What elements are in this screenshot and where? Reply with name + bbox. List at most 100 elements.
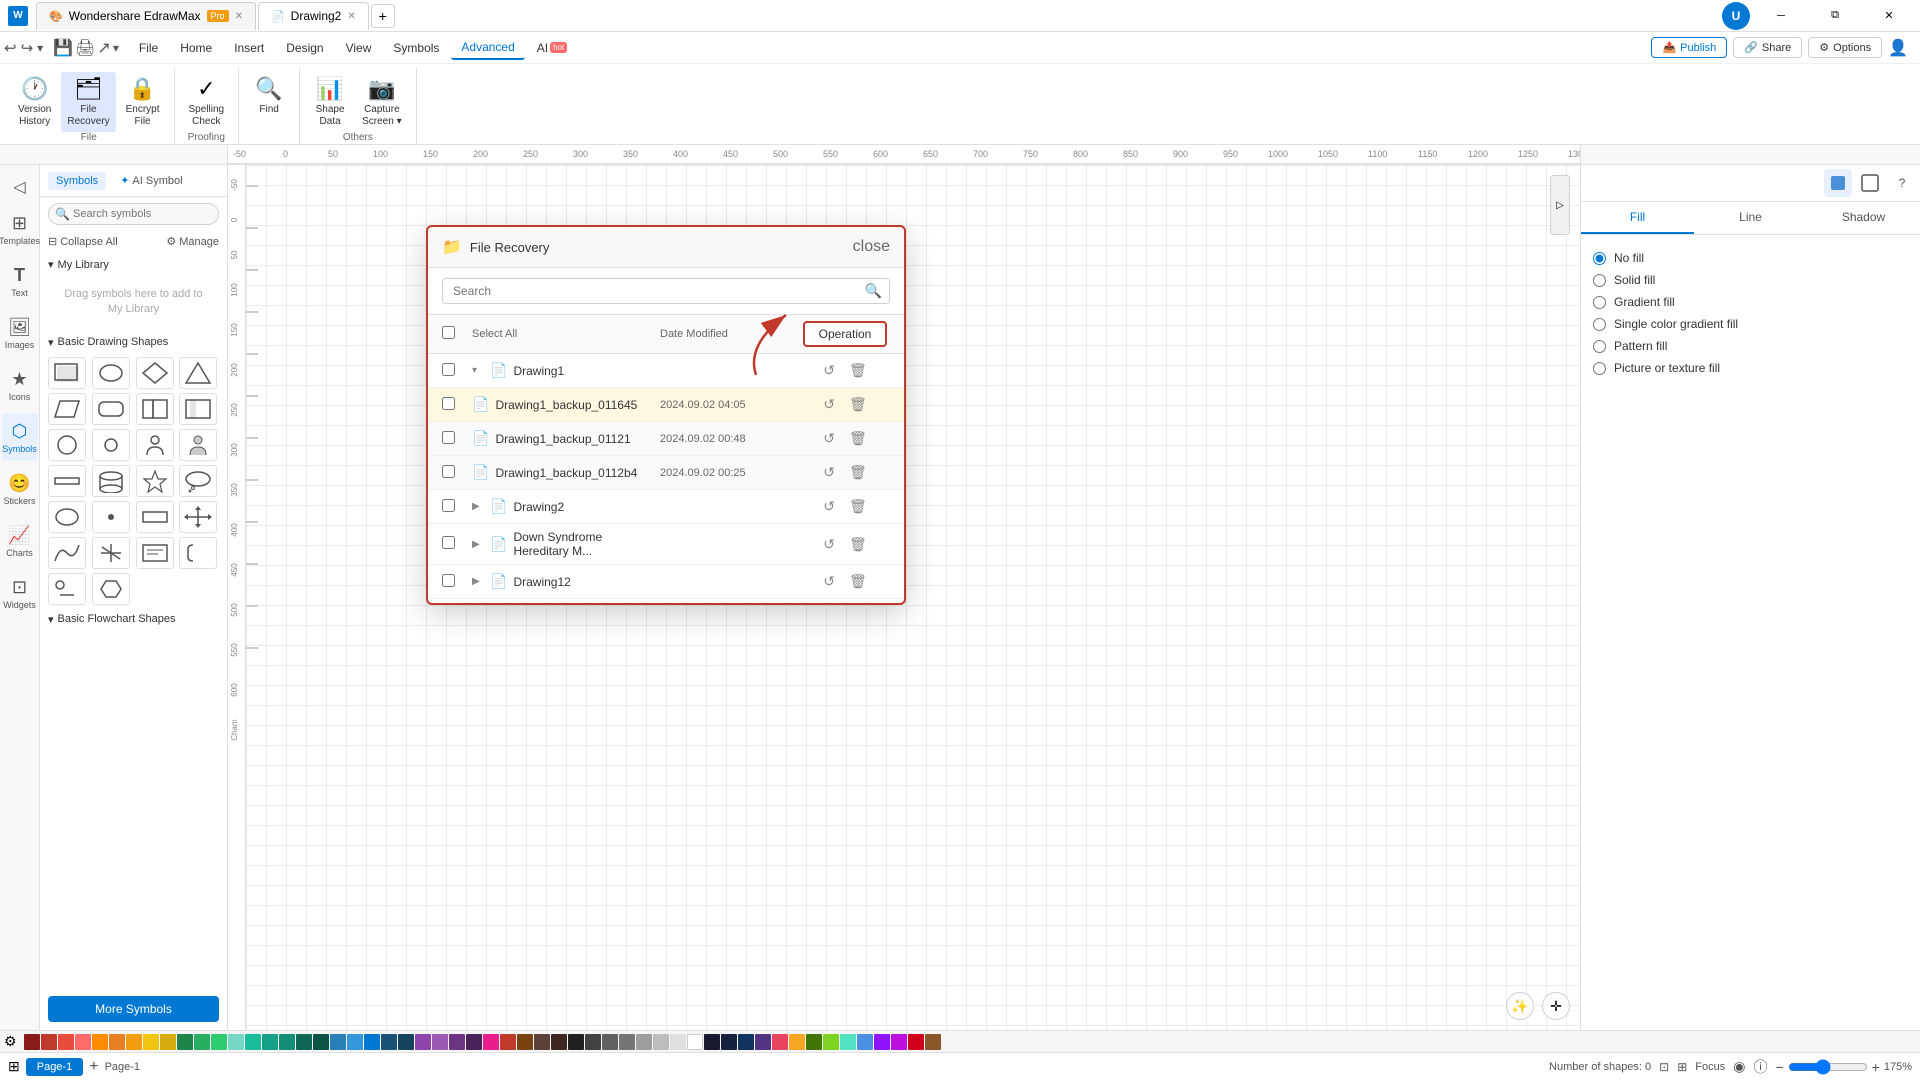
swatch-darkpurple[interactable] bbox=[449, 1034, 465, 1050]
swatch-deeppurple[interactable] bbox=[466, 1034, 482, 1050]
zoom-slider[interactable] bbox=[1788, 1059, 1868, 1075]
drawing12-restore-btn[interactable]: ↺ bbox=[819, 571, 839, 592]
swatch-lighter-gray[interactable] bbox=[653, 1034, 669, 1050]
drawing2-delete-btn[interactable]: 🗑 bbox=[845, 496, 871, 517]
drawing12-expand[interactable]: ▶ bbox=[472, 576, 484, 587]
swatch-magenta[interactable] bbox=[891, 1034, 907, 1050]
sidebar-item-stickers[interactable]: 😊 Stickers bbox=[2, 465, 38, 513]
options-button[interactable]: ⚙ Options bbox=[1808, 37, 1882, 58]
fill-radio-picture[interactable] bbox=[1593, 362, 1606, 375]
swatch-deepgreen[interactable] bbox=[296, 1034, 312, 1050]
add-page-button[interactable]: + bbox=[89, 1058, 98, 1076]
shape-person-shadow[interactable] bbox=[179, 429, 217, 461]
swatch-navy[interactable] bbox=[721, 1034, 737, 1050]
export-button[interactable]: ↗ bbox=[97, 38, 110, 58]
sidebar-collapse-btn[interactable]: ◁ bbox=[9, 173, 29, 201]
swatch-salmon[interactable] bbox=[75, 1034, 91, 1050]
undo-button[interactable]: ↩ bbox=[4, 39, 17, 57]
redo-button[interactable]: ↪ bbox=[21, 39, 34, 57]
swatch-green[interactable] bbox=[194, 1034, 210, 1050]
undo-dropdown[interactable]: ▾ bbox=[37, 41, 43, 55]
shape-rounded-rect[interactable] bbox=[92, 393, 130, 425]
capture-screen-button[interactable]: 📷 CaptureScreen ▾ bbox=[356, 72, 407, 132]
menu-ai[interactable]: AI hot bbox=[527, 37, 577, 59]
menu-symbols[interactable]: Symbols bbox=[383, 37, 449, 59]
find-button[interactable]: 🔍 Find bbox=[247, 72, 291, 120]
swatch-olive[interactable] bbox=[806, 1034, 822, 1050]
backup3-restore-btn[interactable]: ↺ bbox=[819, 462, 839, 483]
swatch-blue2[interactable] bbox=[738, 1034, 754, 1050]
swatch-verylightgray[interactable] bbox=[670, 1034, 686, 1050]
shape-oval-sm[interactable] bbox=[48, 501, 86, 533]
fill-option-solid[interactable]: Solid fill bbox=[1593, 269, 1908, 291]
swatch-deeperteal[interactable] bbox=[279, 1034, 295, 1050]
drawing2-expand[interactable]: ▶ bbox=[472, 501, 484, 512]
more-symbols-button[interactable]: More Symbols bbox=[48, 996, 219, 1022]
swatch-lightpurple[interactable] bbox=[432, 1034, 448, 1050]
save-dropdown[interactable]: ▾ bbox=[113, 41, 119, 55]
restore-button[interactable]: ⧉ bbox=[1812, 0, 1858, 32]
menu-view[interactable]: View bbox=[336, 37, 382, 59]
tab-fill[interactable]: Fill bbox=[1581, 202, 1694, 234]
focus-icon-btn[interactable]: ◉ bbox=[1733, 1058, 1745, 1075]
drawing1-restore-btn[interactable]: ↺ bbox=[819, 360, 839, 381]
save-button[interactable]: 💾 bbox=[53, 38, 73, 58]
backup3-checkbox[interactable] bbox=[442, 465, 455, 478]
swatch-blood[interactable] bbox=[908, 1034, 924, 1050]
swatch-mint[interactable] bbox=[840, 1034, 856, 1050]
fill-option-pattern[interactable]: Pattern fill bbox=[1593, 335, 1908, 357]
swatch-lightgray[interactable] bbox=[636, 1034, 652, 1050]
menu-insert[interactable]: Insert bbox=[224, 37, 274, 59]
swatch-deepgreen2[interactable] bbox=[313, 1034, 329, 1050]
sidebar-item-charts[interactable]: 📈 Charts bbox=[2, 517, 38, 565]
backup1-delete-btn[interactable]: 🗑 bbox=[845, 394, 871, 415]
downsyndrome-checkbox[interactable] bbox=[442, 536, 455, 549]
drawing1-checkbox[interactable] bbox=[442, 363, 455, 376]
sidebar-item-icons[interactable]: ★ Icons bbox=[2, 361, 38, 409]
swatch-lime[interactable] bbox=[823, 1034, 839, 1050]
drawing1-delete-btn[interactable]: 🗑 bbox=[845, 360, 871, 381]
fill-radio-pattern[interactable] bbox=[1593, 340, 1606, 353]
file-row-drawing12[interactable]: ▶ 📄 Drawing12 ↺ 🗑 bbox=[428, 565, 904, 599]
shape-brace[interactable] bbox=[179, 393, 217, 425]
fit-btn[interactable]: ⊞ bbox=[1677, 1060, 1687, 1074]
shape-bracket[interactable] bbox=[179, 537, 217, 569]
sidebar-item-symbols[interactable]: ⬡ Symbols bbox=[2, 413, 38, 461]
backup2-delete-btn[interactable]: 🗑 bbox=[845, 428, 871, 449]
swatch-brown[interactable] bbox=[517, 1034, 533, 1050]
backup2-restore-btn[interactable]: ↺ bbox=[819, 428, 839, 449]
swatch-darkgray[interactable] bbox=[585, 1034, 601, 1050]
publish-button[interactable]: 📤 Publish bbox=[1651, 37, 1727, 58]
minimize-button[interactable]: ─ bbox=[1758, 0, 1804, 32]
encrypt-file-button[interactable]: 🔒 EncryptFile bbox=[120, 72, 166, 132]
shape-text-box[interactable] bbox=[136, 537, 174, 569]
my-library-header[interactable]: ▾ My Library bbox=[48, 258, 219, 271]
drawing2-checkbox[interactable] bbox=[442, 499, 455, 512]
question-icon-btn[interactable]: ? bbox=[1888, 169, 1916, 197]
shape-horiz-rect[interactable] bbox=[136, 501, 174, 533]
line-panel-icon-btn[interactable] bbox=[1856, 169, 1884, 197]
shape-triangle[interactable] bbox=[179, 357, 217, 389]
close-button[interactable]: ✕ bbox=[1866, 0, 1912, 32]
shape-circle[interactable] bbox=[48, 429, 86, 461]
shape-oval[interactable] bbox=[92, 357, 130, 389]
shape-horizontal-bar[interactable] bbox=[48, 465, 86, 497]
swatch-deepblue[interactable] bbox=[398, 1034, 414, 1050]
search-input[interactable] bbox=[48, 203, 219, 225]
file-row-backup2[interactable]: 📄 Drawing1_backup_01121 2024.09.02 00:48… bbox=[428, 422, 904, 456]
zoom-out-button[interactable]: − bbox=[1775, 1059, 1783, 1075]
user-avatar[interactable]: U bbox=[1722, 2, 1750, 30]
tab-ai-symbol[interactable]: ✦ AI Symbol bbox=[112, 171, 190, 190]
sidebar-item-text[interactable]: T Text bbox=[2, 257, 38, 305]
menu-file[interactable]: File bbox=[129, 37, 168, 59]
swatch-darknavy[interactable] bbox=[704, 1034, 720, 1050]
swatch-midgray[interactable] bbox=[619, 1034, 635, 1050]
fill-option-single-gradient[interactable]: Single color gradient fill bbox=[1593, 313, 1908, 335]
manage-button[interactable]: ⚙ Manage bbox=[166, 235, 219, 248]
file-row-more[interactable]: ▶ 📄 bbox=[428, 599, 904, 603]
swatch-teal-light[interactable] bbox=[228, 1034, 244, 1050]
swatch-gray[interactable] bbox=[602, 1034, 618, 1050]
shape-person[interactable] bbox=[136, 429, 174, 461]
spelling-check-button[interactable]: ✓ SpellingCheck bbox=[183, 72, 231, 132]
tab-symbols[interactable]: Symbols bbox=[48, 172, 106, 190]
